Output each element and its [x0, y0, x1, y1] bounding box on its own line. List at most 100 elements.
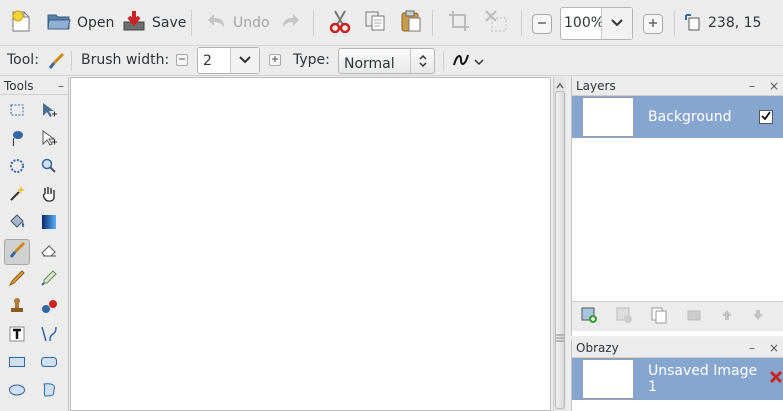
cursor-position-icon: [685, 14, 701, 36]
text-icon: [9, 326, 25, 346]
ellipse-select-tool[interactable]: [4, 155, 30, 181]
image-thumbnail: [582, 359, 634, 399]
save-button[interactable]: Save: [118, 8, 190, 38]
layer-row[interactable]: Background: [572, 96, 783, 138]
toolbar-separator: [191, 10, 192, 36]
brush-width-value[interactable]: 2: [198, 48, 230, 73]
paint-bucket-tool[interactable]: [4, 211, 30, 237]
pencil-tool[interactable]: [4, 267, 30, 293]
move-layer-up-icon[interactable]: [720, 308, 734, 326]
redo-button[interactable]: [276, 8, 304, 38]
brush-width-label: Brush width:: [81, 52, 170, 68]
deselect-icon: [484, 9, 508, 37]
rectangle-icon: [8, 355, 26, 373]
color-picker-tool[interactable]: [36, 267, 62, 293]
freeform-shape-icon: [40, 382, 58, 402]
move-layer-down-icon[interactable]: [751, 308, 765, 326]
scroll-up-arrow-icon[interactable]: [555, 79, 565, 89]
images-panel: Obrazy – × Unsaved Image 1: [571, 339, 783, 411]
ellipse-tool[interactable]: [4, 379, 30, 405]
zoom-out-button[interactable]: [532, 14, 552, 34]
brush-type-select[interactable]: Normal: [338, 48, 435, 74]
recolor-tool[interactable]: [36, 295, 62, 321]
magic-wand-icon: [8, 185, 26, 207]
tools-panel-header: Tools –: [0, 77, 68, 95]
freeform-shape-tool[interactable]: [36, 379, 62, 405]
zoom-out-icon: [536, 17, 548, 32]
antialiasing-icon: [452, 52, 470, 72]
text-tool[interactable]: [4, 323, 30, 349]
close-image-icon[interactable]: [769, 370, 783, 388]
zoom-value[interactable]: 100%: [561, 8, 601, 39]
merge-layer-down-icon[interactable]: [685, 306, 703, 328]
layers-panel-close-button[interactable]: ×: [769, 79, 779, 93]
delete-layer-icon[interactable]: [615, 306, 633, 328]
paste-icon: [400, 9, 422, 37]
folder-open-icon: [47, 11, 71, 35]
layers-panel-header: Layers – ×: [572, 77, 783, 96]
layer-thumbnail: [582, 97, 634, 137]
eraser-tool[interactable]: [36, 239, 62, 265]
image-name: Unsaved Image 1: [648, 363, 758, 395]
pane-resize-grip-icon[interactable]: [555, 330, 565, 342]
crop-to-selection-button[interactable]: [444, 8, 474, 38]
clone-stamp-tool[interactable]: [4, 295, 30, 321]
undo-button[interactable]: Undo: [203, 8, 274, 38]
toolbar-separator: [432, 10, 433, 36]
brush-width-combo[interactable]: 2: [197, 47, 260, 74]
redo-icon: [280, 12, 300, 34]
images-panel-title: Obrazy: [576, 341, 619, 355]
tool-grid: [4, 99, 64, 407]
copy-button[interactable]: [360, 8, 390, 38]
add-layer-icon[interactable]: [580, 306, 598, 328]
move-selected-tool[interactable]: [36, 99, 62, 125]
move-selected-icon: [40, 101, 58, 123]
new-image-button[interactable]: [6, 8, 36, 38]
cut-button[interactable]: [325, 8, 355, 38]
tool-label: Tool:: [7, 52, 39, 68]
scrollbar-thumb[interactable]: [555, 91, 565, 409]
rectangle-select-icon: [9, 103, 25, 121]
open-button[interactable]: Open: [43, 8, 118, 38]
images-panel-close-button[interactable]: ×: [769, 341, 779, 355]
duplicate-layer-icon[interactable]: [650, 306, 668, 328]
images-panel-header: Obrazy – ×: [572, 339, 783, 358]
move-selection-tool[interactable]: [36, 127, 62, 153]
brush-width-decrease-button[interactable]: [176, 54, 188, 66]
drawing-canvas[interactable]: [70, 77, 551, 411]
paintbrush-icon: [47, 52, 65, 74]
layers-panel-minimize-button[interactable]: –: [749, 79, 755, 93]
deselect-button[interactable]: [480, 8, 512, 38]
line-curve-tool[interactable]: [36, 323, 62, 349]
rectangle-select-tool[interactable]: [4, 99, 30, 125]
save-icon: [122, 10, 146, 36]
pan-tool[interactable]: [36, 183, 62, 209]
zoom-tool[interactable]: [36, 155, 62, 181]
zoom-dropdown-button[interactable]: [601, 8, 632, 39]
paintbrush-icon: [8, 241, 26, 263]
rounded-rectangle-tool[interactable]: [36, 351, 62, 377]
toolbar-separator: [313, 10, 314, 36]
rectangle-tool[interactable]: [4, 351, 30, 377]
move-selection-icon: [40, 129, 58, 151]
paintbrush-tool[interactable]: [4, 239, 30, 265]
images-panel-minimize-button[interactable]: –: [749, 341, 755, 355]
brush-width-increase-button[interactable]: [269, 54, 281, 66]
paste-button[interactable]: [396, 8, 426, 38]
magic-wand-tool[interactable]: [4, 183, 30, 209]
updown-arrows-icon: [410, 49, 434, 73]
crop-icon: [448, 10, 470, 36]
zoom-combo[interactable]: 100%: [560, 7, 633, 40]
zoom-in-button[interactable]: [643, 14, 663, 34]
brush-width-dropdown-button[interactable]: [230, 48, 259, 73]
layer-visibility-checkbox[interactable]: [759, 110, 773, 124]
magnifier-icon: [41, 158, 57, 178]
tools-panel-minimize-button[interactable]: –: [58, 79, 64, 93]
lasso-select-tool[interactable]: [4, 127, 30, 153]
gradient-tool[interactable]: [36, 211, 62, 237]
chevron-down-icon: [474, 54, 484, 70]
antialiasing-dropdown[interactable]: [452, 52, 484, 72]
vertical-scrollbar[interactable]: [553, 77, 566, 411]
image-row[interactable]: Unsaved Image 1: [572, 358, 783, 400]
new-image-icon: [10, 9, 32, 37]
